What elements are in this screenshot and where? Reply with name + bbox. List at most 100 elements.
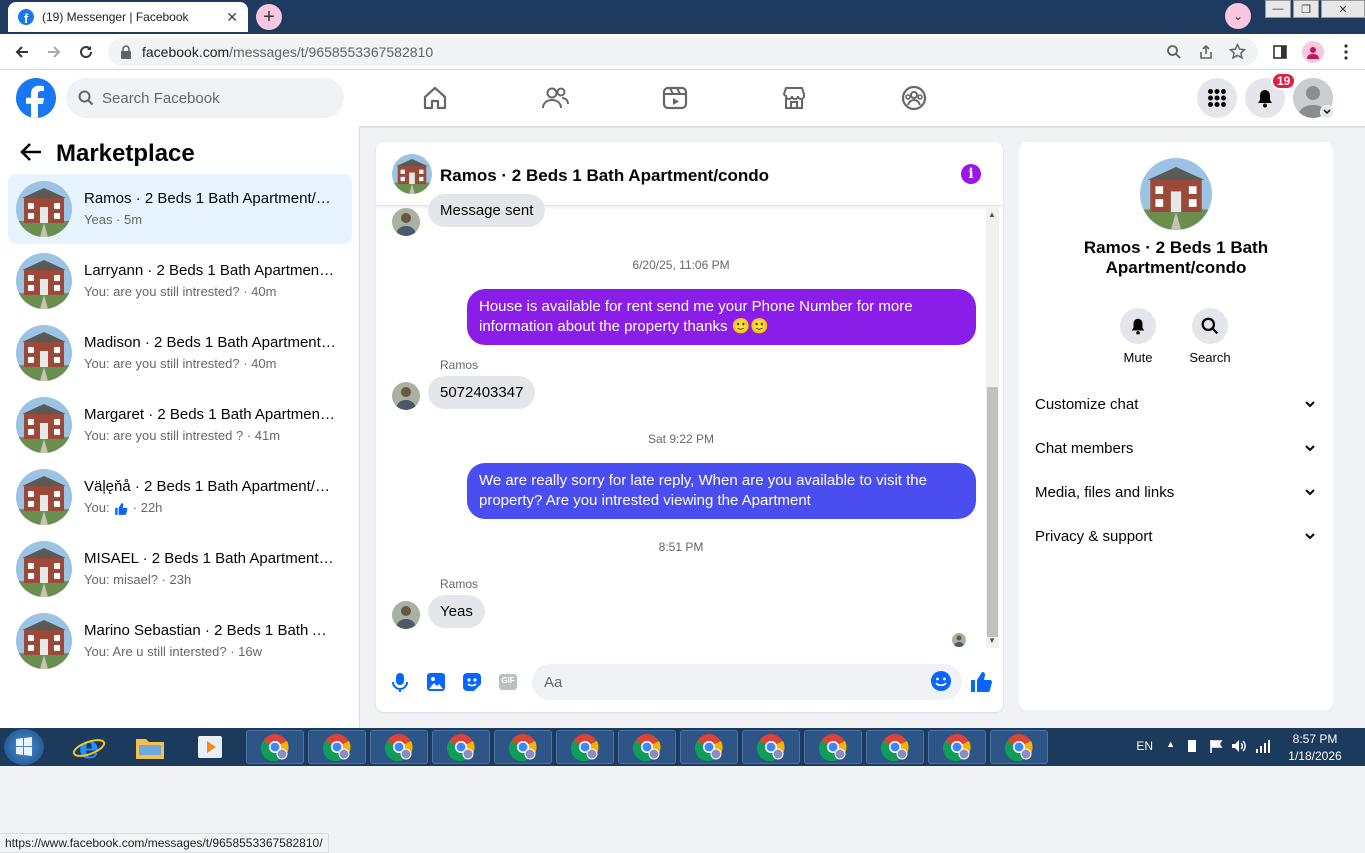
conversation-item[interactable]: Ramos · 2 Beds 1 Bath Apartment/condo Yea… (8, 174, 352, 244)
home-icon[interactable] (421, 84, 449, 112)
device-icon[interactable] (1185, 739, 1199, 753)
chevron-down-icon (1305, 444, 1315, 452)
close-window-button[interactable]: ✕ (1321, 0, 1365, 18)
chat-avatar[interactable] (392, 154, 432, 194)
chrome-taskbar-icon[interactable] (990, 730, 1048, 764)
details-avatar[interactable] (1140, 158, 1212, 230)
bookmark-star-icon[interactable] (1229, 43, 1246, 60)
chrome-taskbar-icon[interactable] (308, 730, 366, 764)
microphone-icon[interactable] (388, 670, 412, 694)
tab-search-dropdown-icon[interactable]: ⌄ (1225, 3, 1251, 29)
chrome-taskbar-icon[interactable] (556, 730, 614, 764)
search-icon (1192, 308, 1228, 344)
forward-arrow-icon[interactable] (44, 42, 64, 62)
incoming-message[interactable]: Message sent (428, 194, 546, 227)
maximize-button[interactable]: ❐ (1293, 0, 1319, 18)
conversation-name: Ramos · 2 Beds 1 Bath Apartment/condo (84, 190, 336, 207)
conversation-item[interactable]: Madison · 2 Beds 1 Bath Apartment/condo Y… (8, 318, 352, 388)
chat-scrollbar-thumb[interactable] (987, 387, 998, 637)
chevron-down-icon (1305, 488, 1315, 496)
sender-avatar[interactable] (392, 208, 420, 236)
chrome-taskbar-icon[interactable] (246, 730, 304, 764)
scroll-down-arrow-icon[interactable]: ▼ (988, 636, 996, 645)
back-arrow-icon[interactable] (20, 142, 42, 162)
browser-menu-icon[interactable] (1336, 42, 1356, 62)
tab-close-icon[interactable]: ✕ (226, 9, 238, 26)
clock-date[interactable]: 1/18/2026 (1284, 749, 1346, 763)
conversation-item[interactable]: Marino Sebastian · 2 Beds 1 Bath Apartme… (8, 606, 352, 676)
friends-icon[interactable] (541, 84, 569, 112)
timestamp: 8:51 PM (658, 540, 704, 554)
watch-video-icon[interactable] (661, 84, 689, 112)
sender-avatar[interactable] (392, 382, 420, 410)
chrome-taskbar-icon[interactable] (494, 730, 552, 764)
chrome-taskbar-icon[interactable] (928, 730, 986, 764)
emoji-icon[interactable] (930, 670, 954, 694)
scroll-up-arrow-icon[interactable]: ▲ (988, 210, 996, 219)
photo-attach-icon[interactable] (424, 670, 448, 694)
address-bar: facebook.com/messages/t/9658553367582810 (0, 34, 1365, 70)
snippet-suffix: · 22h (129, 500, 163, 515)
message-input[interactable]: Aa (532, 664, 962, 700)
conversation-item[interactable]: MISAEL · 2 Beds 1 Bath Apartment/condo Yo… (8, 534, 352, 604)
conversation-name: Larryann · 2 Beds 1 Bath Apartment/condo (84, 262, 336, 279)
start-button[interactable] (4, 729, 44, 765)
sidebar-toggle-icon[interactable] (1270, 42, 1290, 62)
browser-tab[interactable]: f (19) Messenger | Facebook ✕ (8, 2, 248, 32)
flag-icon[interactable] (1209, 739, 1223, 753)
language-indicator[interactable]: EN (1136, 739, 1153, 753)
volume-icon[interactable] (1231, 739, 1247, 753)
reload-icon[interactable] (76, 42, 96, 62)
browser-profile-avatar[interactable] (1302, 41, 1324, 63)
chrome-taskbar-icon[interactable] (370, 730, 428, 764)
chrome-taskbar-icon[interactable] (680, 730, 738, 764)
details-section-media-files-and-links[interactable]: Media, files and links (1035, 474, 1325, 510)
incoming-message[interactable]: Yeas (428, 595, 485, 628)
minimize-button[interactable]: — (1265, 0, 1291, 18)
share-icon[interactable] (1198, 44, 1214, 60)
chrome-taskbar-icon[interactable] (804, 730, 862, 764)
conversation-snippet: You: are you still intrested? · 40m (84, 284, 277, 299)
clock-time[interactable]: 8:57 PM (1284, 732, 1346, 746)
chrome-taskbar-icon[interactable] (432, 730, 490, 764)
chevron-down-icon (1305, 400, 1315, 408)
info-icon[interactable]: i (961, 164, 981, 184)
details-section-privacy-support[interactable]: Privacy & support (1035, 518, 1325, 554)
sender-avatar[interactable] (392, 601, 420, 629)
mute-button[interactable]: Mute (1108, 308, 1168, 365)
chat-title[interactable]: Ramos · 2 Beds 1 Bath Apartment/condo (440, 166, 769, 186)
read-receipt-avatar (952, 633, 966, 647)
gif-icon[interactable]: GIF (496, 670, 520, 694)
incoming-message[interactable]: 5072403347 (428, 376, 536, 409)
account-chevron-down-icon[interactable] (1320, 105, 1334, 119)
sender-name: Ramos (440, 577, 479, 591)
network-signal-icon[interactable] (1255, 739, 1271, 753)
thumbs-up-icon[interactable] (969, 670, 993, 694)
sticker-icon[interactable] (460, 670, 484, 694)
conversation-item[interactable]: Margaret · 2 Beds 1 Bath Apartment/condo… (8, 390, 352, 460)
conversation-item[interactable]: Larryann · 2 Beds 1 Bath Apartment/condo… (8, 246, 352, 316)
chrome-taskbar-icon[interactable] (866, 730, 924, 764)
details-section-customize-chat[interactable]: Customize chat (1035, 386, 1325, 422)
file-explorer-icon[interactable] (134, 733, 166, 761)
groups-gaming-icon[interactable] (900, 84, 928, 112)
zoom-search-icon[interactable] (1166, 44, 1182, 60)
outgoing-message[interactable]: House is available for rent send me your… (467, 289, 976, 345)
chrome-taskbar-icon[interactable] (742, 730, 800, 764)
media-player-icon[interactable] (196, 733, 224, 761)
marketplace-icon[interactable] (780, 84, 808, 112)
tray-expand-icon[interactable]: ▲ (1166, 739, 1175, 749)
chrome-taskbar-icon[interactable] (618, 730, 676, 764)
outgoing-message[interactable]: We are really sorry for late reply, When… (467, 463, 976, 519)
new-tab-button[interactable]: + (256, 4, 282, 30)
url-field[interactable]: facebook.com/messages/t/9658553367582810 (108, 38, 1258, 66)
internet-explorer-icon[interactable]: e (72, 731, 106, 763)
search-in-chat-button[interactable]: Search (1180, 308, 1240, 365)
menu-grid-button[interactable] (1197, 78, 1237, 118)
back-arrow-icon[interactable] (12, 42, 32, 62)
conversation-item[interactable]: Väļęňå · 2 Beds 1 Bath Apartment/condo Yo… (8, 462, 352, 532)
facebook-logo[interactable] (16, 78, 56, 118)
facebook-search-input[interactable]: Search Facebook (66, 78, 344, 118)
details-section-chat-members[interactable]: Chat members (1035, 430, 1325, 466)
link-status-bar: https://www.facebook.com/messages/t/9658… (0, 833, 329, 853)
